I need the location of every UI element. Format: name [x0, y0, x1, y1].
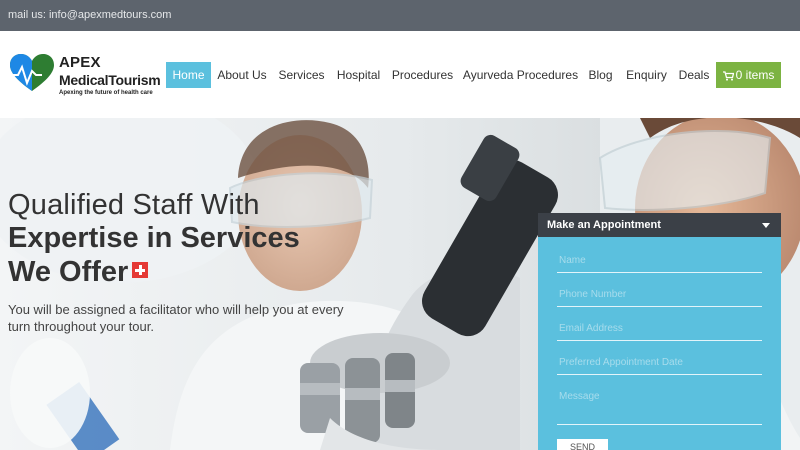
name-field[interactable]: [557, 249, 762, 273]
top-bar: mail us: info@apexmedtours.com: [0, 0, 800, 31]
site-logo[interactable]: APEX MedicalTourism Apexing the future o…: [8, 53, 161, 99]
hero-headline-line2: Expertise in Services: [8, 222, 300, 254]
appointment-form-title: Make an Appointment: [547, 219, 661, 231]
logo-text-medical-tourism: MedicalTourism: [59, 72, 161, 88]
send-button[interactable]: SEND: [557, 439, 608, 450]
nav-item-blog[interactable]: Blog: [584, 62, 617, 88]
heart-logo-icon: [8, 54, 54, 91]
nav-item-home[interactable]: Home: [166, 62, 211, 88]
cart-label: 0 items: [735, 68, 775, 82]
logo-tagline: Apexing the future of health care: [59, 90, 153, 96]
appointment-form: Make an Appointment SEND: [538, 213, 781, 450]
nav-item-ayurveda-procedures[interactable]: Ayurveda Procedures: [462, 62, 579, 88]
caret-down-icon[interactable]: [762, 223, 770, 228]
nav-item-deals[interactable]: Deals: [676, 62, 712, 88]
hero-subtext: You will be assigned a facilitator who w…: [8, 302, 344, 334]
cart-button[interactable]: 0 items: [716, 62, 781, 88]
nav-item-hospital[interactable]: Hospital: [334, 62, 383, 88]
appointment-form-header[interactable]: Make an Appointment: [538, 213, 781, 237]
hero-headline-line3-text: We Offer: [8, 256, 129, 288]
nav-item-services[interactable]: Services: [276, 62, 327, 88]
nav-item-enquiry[interactable]: Enquiry: [623, 62, 670, 88]
nav-item-procedures[interactable]: Procedures: [390, 62, 455, 88]
email-field[interactable]: [557, 317, 762, 341]
appointment-date-field[interactable]: [557, 351, 762, 375]
nav-item-about-us[interactable]: About Us: [214, 62, 270, 88]
swiss-cross-icon: [132, 262, 149, 278]
site-header: APEX MedicalTourism Apexing the future o…: [0, 31, 800, 118]
phone-field[interactable]: [557, 283, 762, 307]
hero-headline-line1: Qualified Staff With: [8, 189, 260, 221]
message-field[interactable]: [557, 385, 762, 425]
hero-headline-line3: We Offer: [8, 256, 149, 289]
hero-banner: Qualified Staff With Expertise in Servic…: [0, 118, 800, 450]
logo-text-apex: APEX: [59, 54, 101, 71]
cart-icon: [722, 71, 734, 81]
contact-email[interactable]: mail us: info@apexmedtours.com: [8, 9, 171, 21]
